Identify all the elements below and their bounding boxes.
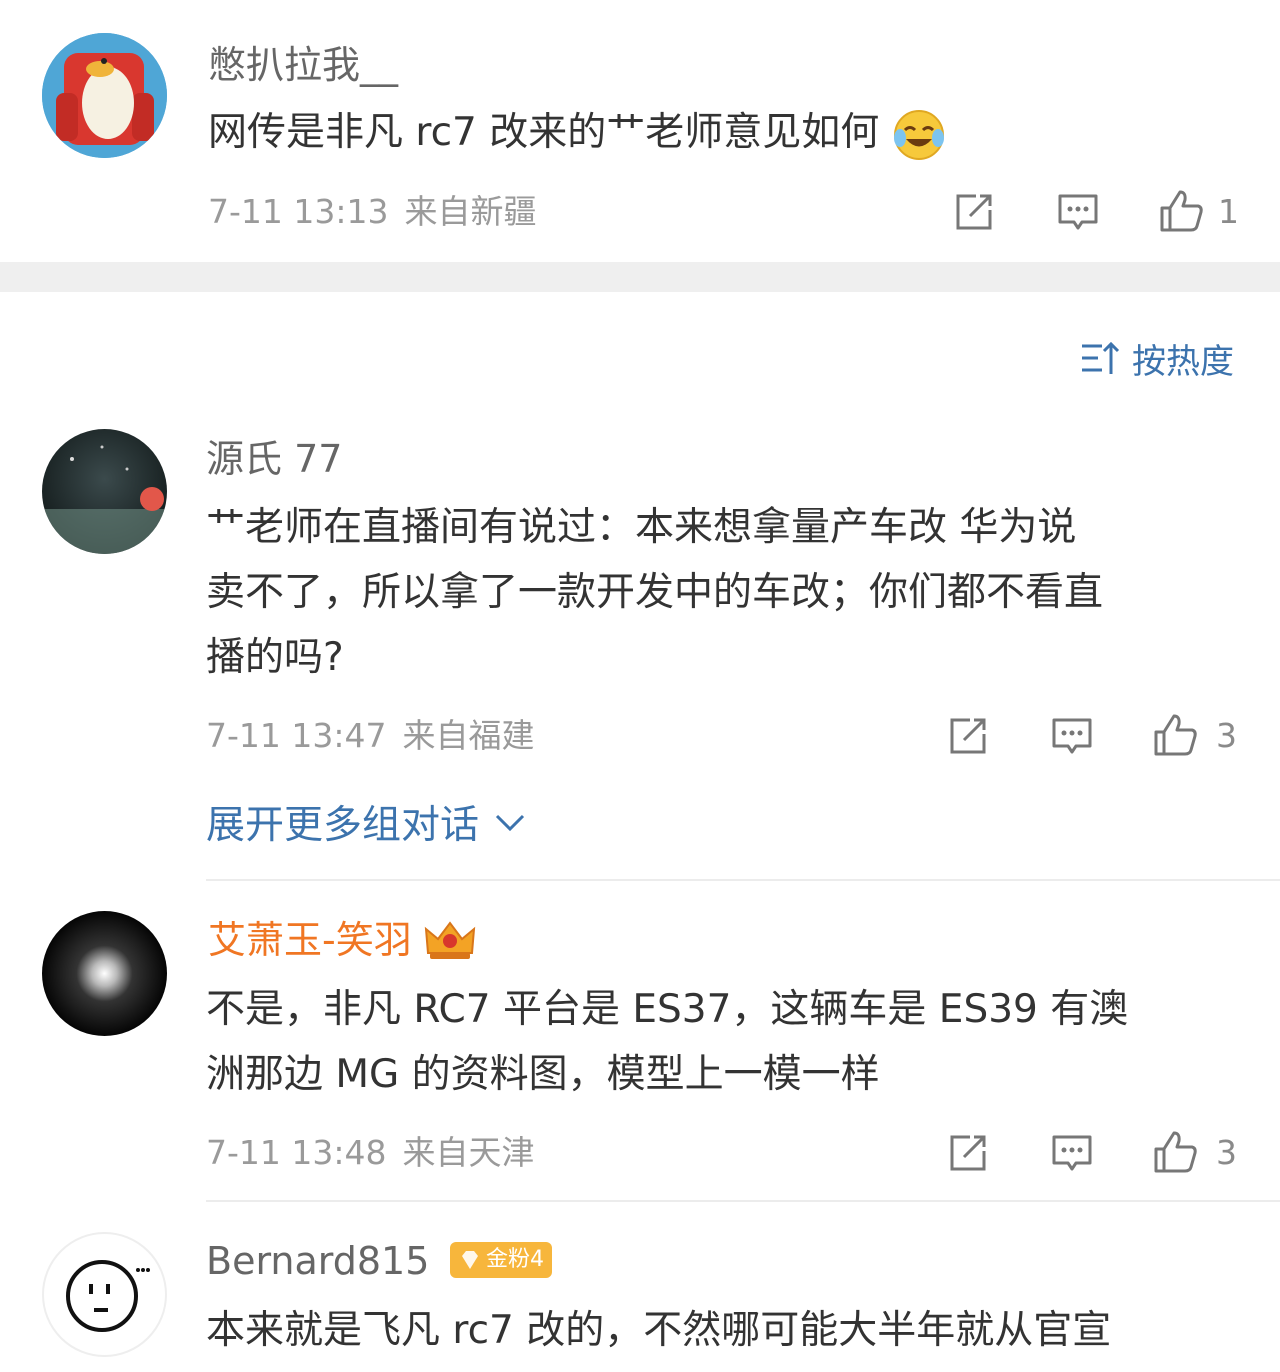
chevron-down-icon: [493, 805, 527, 839]
username[interactable]: 憋扒拉我__: [208, 42, 398, 88]
comment-location: 来自天津: [402, 1133, 535, 1172]
comment-icon[interactable]: [1050, 714, 1094, 758]
comment-text: 本来就是飞凡 rc7 改的，不然哪可能大半年就从官宣: [206, 1298, 1111, 1363]
avatar[interactable]: [42, 429, 167, 554]
username[interactable]: 源氏 77: [206, 436, 342, 482]
comment-time: 7-11 13:13: [208, 192, 389, 231]
comment-time: 7-11 13:47: [206, 716, 387, 755]
share-icon[interactable]: [946, 1131, 990, 1175]
username[interactable]: Bernard815: [206, 1238, 429, 1284]
diamond-icon: [458, 1248, 482, 1272]
comment-text-line: 艹老师在直播间有说过：本来想拿量产车改 华为说: [206, 505, 1077, 550]
comment-location: 来自新疆: [404, 192, 537, 231]
expand-more-link[interactable]: 展开更多组对话: [206, 798, 527, 848]
comment-text-line: 洲那边 MG 的资料图，模型上一模一样: [206, 1052, 880, 1097]
comment-icon[interactable]: [1050, 1131, 1094, 1175]
comment-meta: 7-11 13:13 来自新疆: [208, 192, 537, 232]
sort-icon: [1080, 338, 1120, 378]
comment-text-line: 播的吗?: [206, 635, 344, 680]
fan-badge-label: 金粉4: [486, 1247, 544, 1272]
crown-icon: [422, 917, 478, 963]
comment-text: 网传是非凡 rc7 改来的艹老师意见如何: [208, 100, 946, 165]
sort-control[interactable]: 按热度: [1080, 336, 1234, 382]
face-doodle-avatar-icon: [66, 1260, 150, 1332]
comment-text-line: 本来就是飞凡 rc7 改的，不然哪可能大半年就从官宣: [206, 1308, 1112, 1353]
like-icon[interactable]: [1152, 712, 1197, 756]
comment-text-content: 网传是非凡 rc7 改来的艹老师意见如何: [208, 110, 880, 155]
comment-meta: 7-11 13:48 来自天津: [206, 1133, 535, 1173]
fan-badge: 金粉4: [450, 1242, 552, 1278]
duck-avatar-icon: [42, 33, 167, 158]
comment-text: 艹老师在直播间有说过：本来想拿量产车改 华为说 卖不了，所以拿了一款开发中的车改…: [206, 495, 1103, 690]
sort-label: 按热度: [1132, 341, 1234, 382]
like-count: 3: [1216, 1133, 1237, 1172]
username: 艾萧玉-笑羽: [208, 918, 412, 962]
comment-text: 不是，非凡 RC7 平台是 ES37，这辆车是 ES39 有澳 洲那边 MG 的…: [206, 977, 1128, 1107]
avatar[interactable]: [42, 911, 167, 1036]
comment-text-line: 不是，非凡 RC7 平台是 ES37，这辆车是 ES39 有澳: [206, 987, 1129, 1032]
share-icon[interactable]: [946, 714, 990, 758]
dark-photo-avatar-icon: [42, 429, 167, 554]
like-icon[interactable]: [1152, 1129, 1197, 1173]
like-count: 1: [1218, 192, 1239, 231]
like-icon[interactable]: [1158, 188, 1203, 232]
like-count: 3: [1216, 716, 1237, 755]
username-vip[interactable]: 艾萧玉-笑羽: [208, 917, 478, 963]
laugh-cry-emoji-icon: [892, 108, 946, 162]
comment-text-line: 卖不了，所以拿了一款开发中的车改；你们都不看直: [206, 570, 1104, 615]
comment-location: 来自福建: [402, 716, 535, 755]
comment-meta: 7-11 13:47 来自福建: [206, 716, 535, 756]
share-icon[interactable]: [952, 190, 996, 234]
divider: [206, 879, 1280, 881]
avatar[interactable]: [42, 33, 167, 158]
comment-time: 7-11 13:48: [206, 1133, 387, 1172]
expand-more-label: 展开更多组对话: [206, 803, 480, 848]
section-separator: [0, 262, 1280, 292]
divider: [206, 1200, 1280, 1202]
light-photo-avatar-icon: [42, 911, 167, 1036]
comment-icon[interactable]: [1056, 190, 1100, 234]
avatar[interactable]: [42, 1232, 167, 1357]
